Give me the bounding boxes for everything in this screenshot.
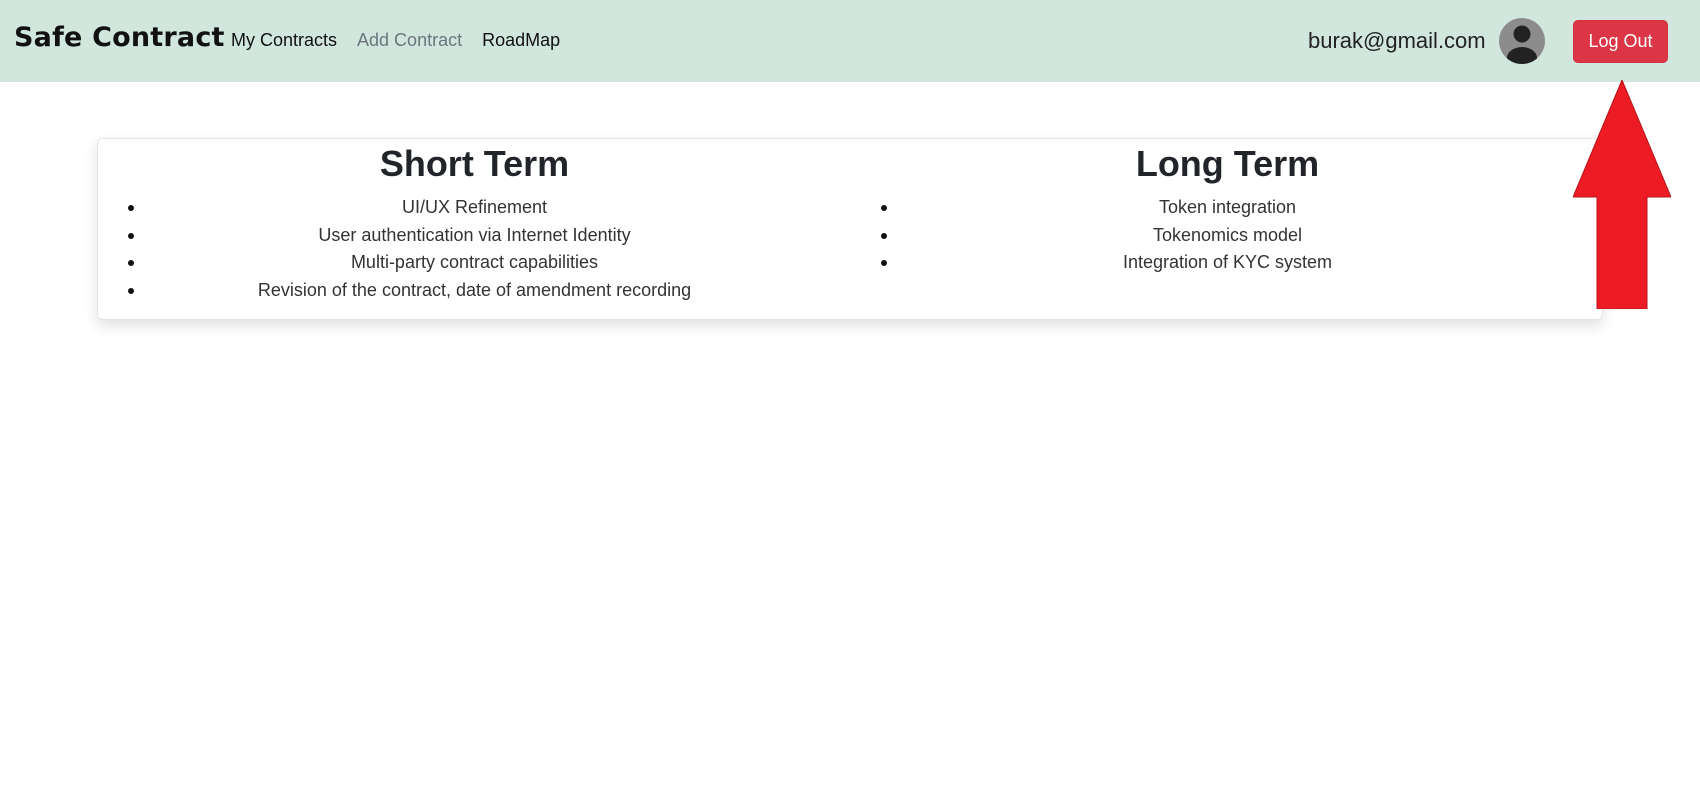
list-item-text: Revision of the contract, date of amendm… — [257, 279, 692, 300]
list-item-text: Tokenomics model — [1152, 224, 1303, 245]
bullet-icon — [881, 260, 887, 266]
list-item-text: UI/UX Refinement — [401, 197, 548, 217]
user-email: burak@gmail.com — [1308, 28, 1486, 53]
bullet-icon — [128, 205, 134, 211]
long-term-column: Long Term Token integration Tokenomics m… — [851, 139, 1604, 321]
bullet-icon — [881, 232, 887, 239]
list-item: Multi-party contract capabilities — [98, 249, 851, 277]
logout-button[interactable]: Log Out — [1573, 20, 1668, 63]
list-item: Integration of KYC system — [851, 249, 1604, 277]
list-item-text: Integration of KYC system — [1122, 252, 1333, 272]
bullet-icon — [128, 232, 134, 239]
nav-link-roadmap[interactable]: RoadMap — [482, 30, 560, 51]
list-item: Tokenomics model — [851, 222, 1604, 250]
nav-links: My Contracts Add Contract RoadMap — [231, 30, 560, 51]
top-navbar: Safe Contract My Contracts Add Contract … — [0, 0, 1700, 82]
list-item: Token integration — [851, 194, 1604, 222]
short-term-list: UI/UX Refinement User authentication via… — [98, 194, 851, 304]
list-item-text: Token integration — [1158, 197, 1297, 217]
short-term-column: Short Term UI/UX Refinement User authent… — [98, 139, 851, 321]
arrow-up-icon — [1573, 80, 1671, 309]
list-item: UI/UX Refinement — [98, 194, 851, 222]
user-avatar-icon[interactable] — [1499, 18, 1545, 64]
bullet-icon — [128, 260, 134, 266]
bullet-icon — [881, 205, 887, 211]
bullet-icon — [128, 287, 134, 294]
long-term-title: Long Term — [1135, 143, 1320, 184]
list-item: Revision of the contract, date of amendm… — [98, 277, 851, 305]
long-term-list: Token integration Tokenomics model Integ… — [851, 194, 1604, 277]
brand-logo[interactable]: Safe Contract — [14, 22, 225, 53]
nav-link-my-contracts[interactable]: My Contracts — [231, 30, 337, 51]
list-item-text: User authentication via Internet Identit… — [318, 224, 631, 245]
short-term-title: Short Term — [379, 143, 570, 184]
list-item-text: Multi-party contract capabilities — [350, 252, 599, 272]
roadmap-card: Short Term UI/UX Refinement User authent… — [97, 138, 1603, 320]
list-item: User authentication via Internet Identit… — [98, 222, 851, 250]
nav-link-add-contract[interactable]: Add Contract — [357, 30, 462, 51]
